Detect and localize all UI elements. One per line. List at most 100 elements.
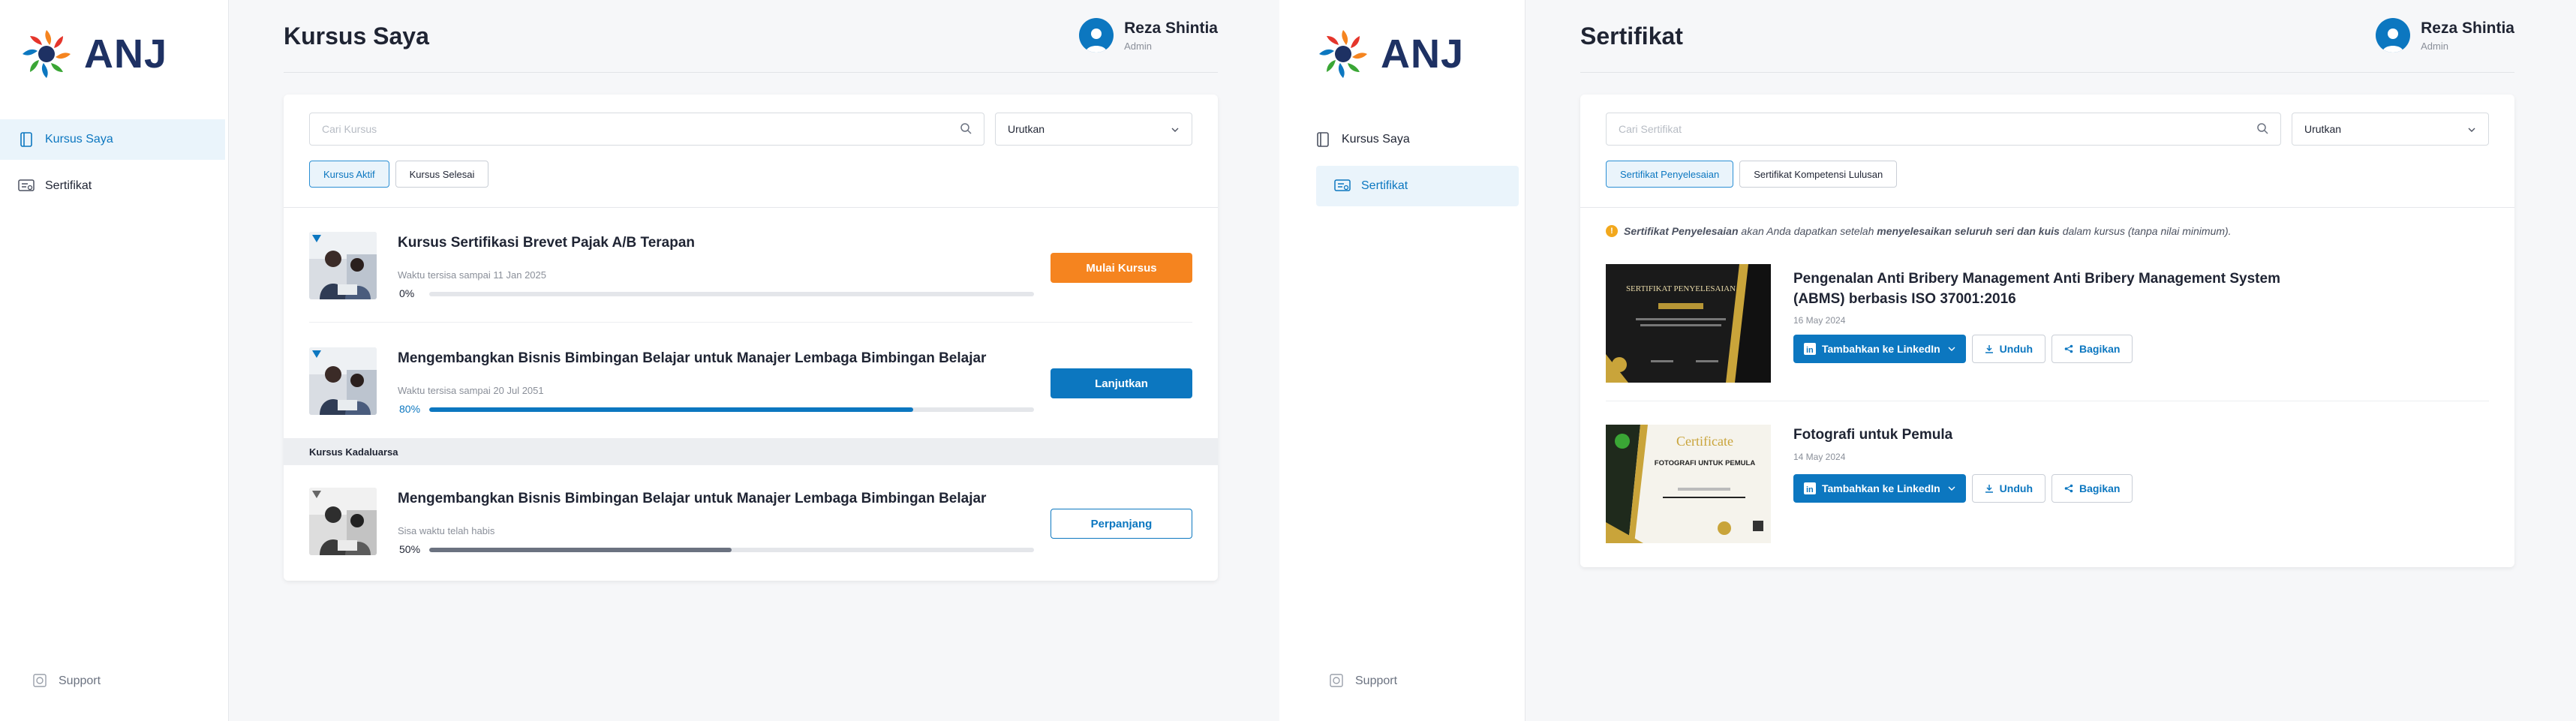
- linkedin-label: Tambahkan ke LinkedIn: [1822, 482, 1940, 494]
- sort-label: Urutkan: [2304, 123, 2342, 135]
- course-thumbnail[interactable]: [309, 488, 377, 555]
- share-button[interactable]: Bagikan: [2051, 474, 2133, 503]
- certificate-icon: [1334, 178, 1351, 194]
- course-deadline: Waktu tersisa sampai 20 Jul 2051: [398, 385, 544, 396]
- course-tabs: Kursus Aktif Kursus Selesai: [309, 161, 489, 188]
- download-label: Unduh: [1999, 343, 2033, 355]
- chevron-down-icon: [1948, 486, 1955, 491]
- notice-middle: akan Anda dapatkan setelah: [1738, 225, 1877, 237]
- tab-kursus-aktif[interactable]: Kursus Aktif: [309, 161, 389, 188]
- book-icon: [1315, 131, 1331, 148]
- course-thumbnail[interactable]: [309, 232, 377, 299]
- anj-logo[interactable]: ANJ: [1316, 27, 1464, 81]
- sort-select[interactable]: Urutkan: [2292, 113, 2489, 146]
- search-input[interactable]: [322, 123, 907, 135]
- certificate-heading: Certificate: [1676, 434, 1733, 449]
- sidebar-item-sertifikat[interactable]: Sertifikat: [0, 166, 225, 206]
- warning-icon: !: [1606, 225, 1618, 237]
- row-divider: [309, 322, 1192, 323]
- chevron-down-icon: [1171, 123, 1180, 135]
- continue-course-button[interactable]: Lanjutkan: [1051, 368, 1192, 398]
- user-avatar-icon: [2382, 29, 2404, 53]
- support-link[interactable]: Support: [33, 674, 101, 689]
- certificate-notice: ! Sertifikat Penyelesaian akan Anda dapa…: [1606, 225, 2232, 237]
- sidebar-item-label: Kursus Saya: [1342, 133, 1410, 146]
- course-title[interactable]: Mengembangkan Bisnis Bimbingan Belajar u…: [398, 491, 986, 507]
- search-icon[interactable]: [2256, 122, 2268, 137]
- progress-fill: [429, 548, 732, 552]
- course-progress-bar: [429, 548, 1034, 552]
- course-image: [309, 347, 377, 415]
- add-to-linkedin-button[interactable]: in Tambahkan ke LinkedIn: [1793, 335, 1966, 363]
- download-button[interactable]: Unduh: [1971, 335, 2045, 363]
- user-menu[interactable]: Reza Shintia Admin: [1079, 18, 1218, 53]
- course-progress-label: 0%: [399, 287, 415, 299]
- certificate-thumbnail[interactable]: SERTIFIKAT PENYELESAIAN: [1606, 264, 1771, 383]
- sidebar-item-sertifikat[interactable]: Sertifikat: [1316, 166, 1519, 206]
- brand-name: ANJ: [84, 32, 168, 77]
- download-button[interactable]: Unduh: [1971, 474, 2045, 503]
- book-icon: [18, 131, 35, 148]
- support-link[interactable]: Support: [1330, 674, 1397, 689]
- sort-label: Urutkan: [1008, 123, 1045, 135]
- sertifikat-screen: ANJ Kursus Saya Sertifikat Support Serti…: [1297, 0, 2576, 721]
- renew-course-button[interactable]: Perpanjang: [1051, 509, 1192, 539]
- add-to-linkedin-button[interactable]: in Tambahkan ke LinkedIn: [1793, 474, 1966, 503]
- card-divider: [284, 207, 1218, 208]
- certificate-thumbnail[interactable]: Certificate FOTOGRAFI UNTUK PEMULA: [1606, 425, 1771, 543]
- support-icon: [1330, 674, 1345, 689]
- tab-sertifikat-kompetensi[interactable]: Sertifikat Kompetensi Lulusan: [1739, 161, 1898, 188]
- certificate-search[interactable]: [1606, 113, 2281, 146]
- course-progress-bar: [429, 407, 1034, 412]
- course-deadline: Sisa waktu telah habis: [398, 525, 495, 536]
- certificate-tabs: Sertifikat Penyelesaian Sertifikat Kompe…: [1606, 161, 1898, 188]
- avatar[interactable]: [2376, 18, 2411, 53]
- tab-kursus-selesai[interactable]: Kursus Selesai: [395, 161, 489, 188]
- course-title[interactable]: Mengembangkan Bisnis Bimbingan Belajar u…: [398, 350, 986, 367]
- linkedin-icon: in: [1804, 482, 1816, 494]
- linkedin-icon: in: [1804, 343, 1816, 355]
- sidebar-item-kursus-saya[interactable]: Kursus Saya: [1297, 119, 1522, 160]
- certificate-date: 14 May 2024: [1793, 452, 1846, 462]
- search-input[interactable]: [1619, 123, 2204, 135]
- user-name: Reza Shintia: [2421, 19, 2514, 37]
- download-label: Unduh: [1999, 482, 2033, 494]
- expired-section-header: Kursus Kadaluarsa: [284, 438, 1218, 465]
- avatar[interactable]: [1079, 18, 1114, 53]
- share-icon: [2064, 484, 2073, 493]
- anj-logo[interactable]: ANJ: [20, 27, 167, 81]
- start-course-button[interactable]: Mulai Kursus: [1051, 253, 1192, 283]
- certificate-title[interactable]: Pengenalan Anti Bribery Management Anti …: [1793, 269, 2334, 309]
- user-role: Admin: [1124, 40, 1152, 52]
- page-title: Sertifikat: [1580, 23, 1683, 50]
- user-name: Reza Shintia: [1124, 19, 1218, 37]
- download-icon: [1985, 344, 1994, 353]
- tab-sertifikat-penyelesaian[interactable]: Sertifikat Penyelesaian: [1606, 161, 1734, 188]
- course-progress-label: 50%: [399, 543, 421, 555]
- sidebar-item-label: Kursus Saya: [45, 133, 113, 146]
- certificate-image: SERTIFIKAT PENYELESAIAN: [1606, 264, 1771, 383]
- share-button[interactable]: Bagikan: [2051, 335, 2133, 363]
- anj-logo-icon: [1319, 30, 1367, 78]
- course-title[interactable]: Kursus Sertifikasi Brevet Pajak A/B Tera…: [398, 235, 695, 251]
- notice-tail: dalam kursus (tanpa nilai minimum).: [2059, 225, 2232, 237]
- sort-select[interactable]: Urutkan: [995, 113, 1192, 146]
- header-divider: [284, 72, 1218, 73]
- certificate-date: 16 May 2024: [1793, 315, 1846, 326]
- expired-course-row: Mengembangkan Bisnis Bimbingan Belajar u…: [284, 465, 1218, 578]
- course-search[interactable]: [309, 113, 984, 146]
- course-row: Mengembangkan Bisnis Bimbingan Belajar u…: [284, 325, 1218, 437]
- anj-logo-icon: [23, 30, 71, 78]
- course-thumbnail[interactable]: [309, 347, 377, 415]
- share-label: Bagikan: [2079, 343, 2121, 355]
- brand-name: ANJ: [1381, 32, 1465, 77]
- certificate-actions: in Tambahkan ke LinkedIn Unduh Bagikan: [1793, 474, 2133, 503]
- sidebar: ANJ Kursus Saya Sertifikat Support: [1297, 0, 1525, 721]
- certificate-title[interactable]: Fotografi untuk Pemula: [1793, 425, 2334, 445]
- sidebar-item-kursus-saya[interactable]: Kursus Saya: [0, 119, 225, 160]
- user-menu[interactable]: Reza Shintia Admin: [2376, 18, 2514, 53]
- course-progress-bar: [429, 292, 1034, 296]
- search-icon[interactable]: [960, 122, 972, 137]
- support-label: Support: [1355, 674, 1398, 687]
- course-row: Kursus Sertifikasi Brevet Pajak A/B Tera…: [284, 209, 1218, 322]
